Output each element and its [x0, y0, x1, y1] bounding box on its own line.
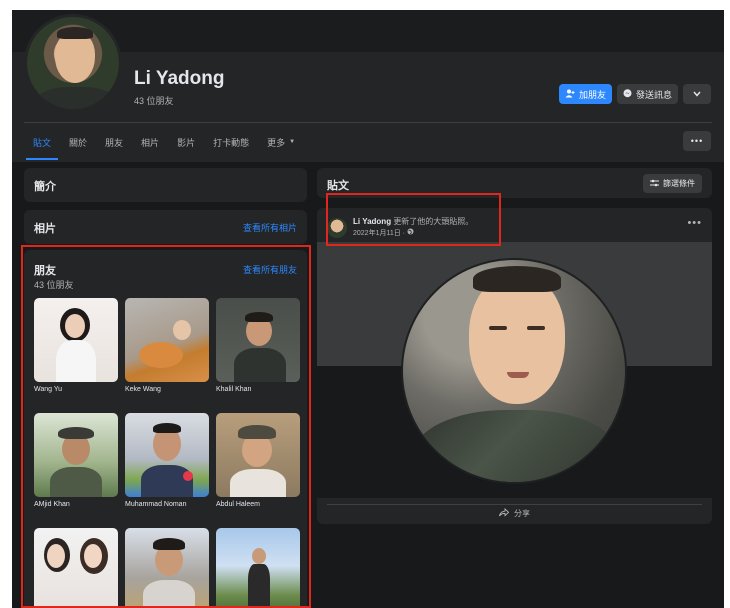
profile-friend-count[interactable]: 43 位朋友	[134, 94, 174, 107]
friend-photo[interactable]	[125, 413, 209, 497]
header-divider	[24, 122, 712, 123]
post-author-name[interactable]: Li Yadong	[353, 217, 391, 226]
send-message-label: 發送訊息	[635, 89, 672, 100]
friends-card: 朋友 43 位朋友 查看所有朋友 Wang Yu Keke Wang Khali…	[24, 250, 307, 608]
share-label: 分享	[514, 509, 530, 518]
post-options-icon[interactable]: •••	[687, 217, 702, 229]
globe-icon	[407, 228, 414, 237]
friend-tile[interactable]: AMjid Khan	[34, 413, 118, 508]
friend-tile[interactable]: Abdul Haleem	[216, 413, 300, 508]
friend-photo[interactable]	[34, 413, 118, 497]
more-dots-icon: •••	[690, 136, 704, 146]
chevron-down-icon	[693, 89, 701, 99]
friend-name[interactable]: Keke Wang	[125, 386, 209, 393]
filter-sliders-icon	[650, 179, 659, 189]
friend-photo[interactable]	[34, 298, 118, 382]
tab-friends[interactable]: 朋友	[96, 124, 132, 160]
friends-title: 朋友	[34, 265, 56, 277]
tabs-overflow-button[interactable]: •••	[683, 131, 711, 151]
post-card: Li Yadong 更新了他的大頭貼照。 2022年1月11日 · ••• 分享	[317, 208, 712, 524]
see-all-friends-link[interactable]: 查看所有朋友	[243, 263, 297, 276]
share-arrow-icon	[499, 507, 510, 519]
profile-name: Li Yadong	[134, 68, 225, 89]
filter-button[interactable]: 篩選條件	[643, 174, 702, 193]
add-friend-icon	[565, 89, 575, 100]
friend-tile[interactable]	[125, 528, 209, 608]
messenger-icon	[623, 88, 632, 100]
tab-photos[interactable]: 相片	[132, 124, 168, 160]
photos-card: 相片 查看所有相片	[24, 210, 307, 244]
posts-header-card: 貼文 篩選條件	[317, 168, 712, 198]
post-photo-area[interactable]	[317, 242, 712, 498]
tab-about[interactable]: 關於	[60, 124, 96, 160]
posts-title: 貼文	[327, 180, 349, 192]
see-all-photos-link[interactable]: 查看所有相片	[243, 221, 297, 234]
tab-more-label: 更多	[267, 137, 286, 148]
friend-name[interactable]: Wang Yu	[34, 386, 118, 393]
friend-name[interactable]: Muhammad Noman	[125, 501, 209, 508]
intro-title: 簡介	[34, 181, 56, 193]
add-friend-button[interactable]: 加朋友	[559, 84, 612, 104]
post-timestamp[interactable]: 2022年1月11日 ·	[353, 228, 414, 238]
friend-photo[interactable]	[34, 528, 118, 608]
friend-tile[interactable]: Muhammad Noman	[125, 413, 209, 508]
friend-tile[interactable]: Khalil Khan	[216, 298, 300, 393]
friend-photo[interactable]	[216, 298, 300, 382]
photos-title: 相片	[34, 223, 56, 235]
profile-tabs: 貼文 關於 朋友 相片 影片 打卡動態 更多 ▼	[24, 124, 304, 160]
tab-more[interactable]: 更多 ▼	[258, 124, 304, 160]
friend-photo[interactable]	[216, 413, 300, 497]
post-action-text: 更新了他的大頭貼照。	[393, 217, 474, 226]
post-header-text: Li Yadong 更新了他的大頭貼照。	[353, 216, 473, 227]
profile-header: Li Yadong 43 位朋友 加朋友 發送訊息 貼文 關於 朋友 相片 影片	[12, 10, 724, 162]
post-date-text: 2022年1月11日 ·	[353, 230, 407, 237]
filter-label: 篩選條件	[663, 179, 695, 188]
more-actions-button[interactable]	[683, 84, 711, 104]
caret-down-icon: ▼	[289, 139, 296, 145]
send-message-button[interactable]: 發送訊息	[617, 84, 678, 104]
friend-tile[interactable]	[216, 528, 300, 608]
friend-photo[interactable]	[125, 298, 209, 382]
friend-tile[interactable]: Keke Wang	[125, 298, 209, 393]
friend-photo[interactable]	[216, 528, 300, 608]
friend-name[interactable]: Abdul Haleem	[216, 501, 300, 508]
post-author-avatar[interactable]	[327, 218, 347, 238]
tab-check-ins[interactable]: 打卡動態	[204, 124, 258, 160]
friend-tile[interactable]: Wang Yu	[34, 298, 118, 393]
tab-videos[interactable]: 影片	[168, 124, 204, 160]
updated-profile-photo[interactable]	[401, 258, 627, 484]
share-button[interactable]: 分享	[327, 504, 702, 522]
friend-name[interactable]: Khalil Khan	[216, 386, 300, 393]
intro-card: 簡介	[24, 168, 307, 202]
facebook-profile-page: Li Yadong 43 位朋友 加朋友 發送訊息 貼文 關於 朋友 相片 影片	[12, 10, 724, 608]
friends-count: 43 位朋友	[34, 280, 74, 290]
profile-avatar[interactable]	[24, 14, 122, 112]
add-friend-label: 加朋友	[578, 89, 606, 100]
tab-posts[interactable]: 貼文	[24, 124, 60, 160]
friend-photo[interactable]	[125, 528, 209, 608]
friend-tile[interactable]	[34, 528, 118, 608]
friend-name[interactable]: AMjid Khan	[34, 501, 118, 508]
